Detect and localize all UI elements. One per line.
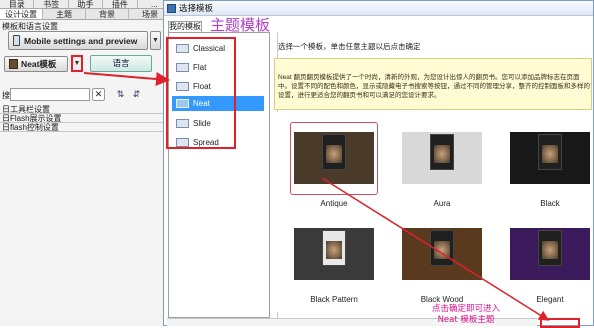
menu-item-bookmark[interactable]: 书签	[34, 0, 69, 8]
mobile-settings-button[interactable]: Mobile settings and preview	[8, 31, 148, 50]
mobile-settings-dropdown[interactable]: ▼	[150, 31, 161, 50]
menu-item-toc[interactable]: 目录	[0, 0, 35, 8]
settings-tab-bar: 设计设置 主题 背景 场景	[0, 9, 172, 20]
dialog-instruction: 选择一个模板，单击任意主题以后点击确定	[278, 42, 421, 51]
template-item-label: Flat	[193, 63, 207, 72]
template-thumbnail-icon	[176, 119, 189, 128]
theme-preview-image	[402, 228, 482, 280]
template-item-label: Spread	[193, 138, 219, 147]
theme-name: Elegant	[536, 295, 564, 304]
template-thumbnail-icon	[176, 44, 189, 53]
ok-button-highlight[interactable]	[540, 318, 580, 328]
theme-name: Black	[540, 199, 560, 208]
annotation-ok-hint: 点击确定即可进入 Neat 模板主题	[432, 304, 500, 326]
template-dropdown-button[interactable]: ▼	[71, 55, 83, 72]
tree-item-toolbar-settings[interactable]: 日工具栏设置	[0, 105, 172, 114]
theme-tile-antique[interactable]: Antique	[290, 122, 378, 208]
theme-name: Black Wood	[420, 295, 464, 304]
theme-tile-elegant[interactable]: Elegant	[506, 218, 594, 304]
theme-preview-image	[510, 228, 590, 280]
template-item-label: Neat	[193, 99, 210, 108]
template-item-slide[interactable]: Slide	[172, 116, 264, 131]
theme-preview-image	[510, 132, 590, 184]
theme-tile-black-pattern[interactable]: Black Pattern	[290, 218, 378, 304]
theme-grid: Antique Aura Black Black Pattern Black W…	[274, 112, 592, 312]
tree-item-label: 日Flash展示设置	[2, 114, 62, 123]
template-item-float[interactable]: Float	[172, 79, 264, 94]
theme-preview-image	[402, 132, 482, 184]
book-cover-image	[538, 134, 562, 170]
collapse-tree-icon[interactable]: ⇵	[131, 89, 142, 100]
tab-theme[interactable]: 主题	[43, 9, 86, 19]
menu-bar: 目录 书签 助手 插件 ...	[0, 0, 173, 9]
theme-tile-black[interactable]: Black	[506, 122, 594, 208]
language-button[interactable]: 语言	[90, 55, 152, 72]
book-cover-image	[538, 230, 562, 266]
menu-item-assistant[interactable]: 助手	[69, 0, 104, 8]
tree-item-label: 日flash控制设置	[2, 123, 59, 132]
main-app-panel: 目录 书签 助手 插件 ... 设计设置 主题 背景 场景 模板和语言设置 Mo…	[0, 0, 173, 326]
settings-tree: 日工具栏设置 日Flash展示设置 日flash控制设置	[0, 105, 172, 132]
template-item-spread[interactable]: Spread	[172, 135, 264, 150]
search-input[interactable]	[10, 88, 90, 101]
select-template-dialog: 选择模板 我的模板 Classical Flat Float Neat Slid…	[163, 0, 594, 326]
template-item-flat[interactable]: Flat	[172, 60, 264, 75]
template-thumbnail-icon	[176, 138, 189, 147]
template-description-box: Neat 翻页翻页模板提供了一个时尚，清新的外观，为您设计出惊人的翻页书。您可以…	[274, 58, 592, 110]
template-item-neat[interactable]: Neat	[172, 96, 264, 111]
app-icon	[167, 3, 176, 13]
theme-preview-image	[294, 132, 374, 184]
template-description-text: Neat 翻页翻页模板提供了一个时尚，清新的外观，为您设计出惊人的翻页书。您可以…	[278, 74, 590, 99]
template-item-label: Float	[193, 82, 211, 91]
template-select-label: Neat模板	[21, 59, 57, 69]
phone-icon	[13, 35, 20, 46]
annotation-ok-hint-line2: Neat 模板主题	[437, 315, 495, 325]
template-list: Classical Flat Float Neat Slide Spread	[168, 32, 270, 318]
tree-item-flash-display-settings[interactable]: 日Flash展示设置	[0, 114, 172, 123]
annotation-theme-templates: 主题模板	[210, 16, 271, 34]
template-item-label: Classical	[193, 44, 226, 53]
template-thumbnail-icon	[176, 99, 189, 108]
expand-tree-icon[interactable]: ⇅	[115, 89, 126, 100]
template-select-button[interactable]: Neat模板	[4, 56, 68, 72]
theme-tile-aura[interactable]: Aura	[398, 122, 486, 208]
theme-name: Antique	[320, 199, 348, 208]
book-cover-image	[322, 134, 346, 170]
menu-item-plugins[interactable]: 插件	[103, 0, 138, 8]
template-item-classical[interactable]: Classical	[172, 41, 264, 56]
template-item-label: Slide	[193, 119, 211, 128]
tab-my-templates[interactable]: 我的模板	[168, 21, 202, 32]
book-icon	[9, 59, 18, 69]
dialog-title: 选择模板	[179, 3, 214, 13]
theme-name: Black Pattern	[310, 295, 358, 304]
book-cover-image	[430, 134, 454, 170]
template-thumbnail-icon	[176, 82, 189, 91]
theme-tile-black-wood[interactable]: Black Wood	[398, 218, 486, 304]
tree-item-flash-control-settings[interactable]: 日flash控制设置	[0, 123, 172, 132]
mobile-settings-label: Mobile settings and preview	[24, 35, 138, 46]
template-thumbnail-icon	[176, 63, 189, 72]
annotation-ok-hint-line1: 点击确定即可进入	[432, 304, 501, 314]
book-cover-image	[430, 230, 454, 266]
theme-preview-image	[294, 228, 374, 280]
tree-item-label: 日工具栏设置	[2, 105, 50, 114]
book-cover-image	[322, 230, 346, 266]
tab-design-settings[interactable]: 设计设置	[0, 9, 43, 19]
tab-background[interactable]: 背景	[86, 9, 129, 19]
theme-name: Aura	[433, 199, 451, 208]
clear-search-icon[interactable]: ✕	[92, 88, 105, 101]
